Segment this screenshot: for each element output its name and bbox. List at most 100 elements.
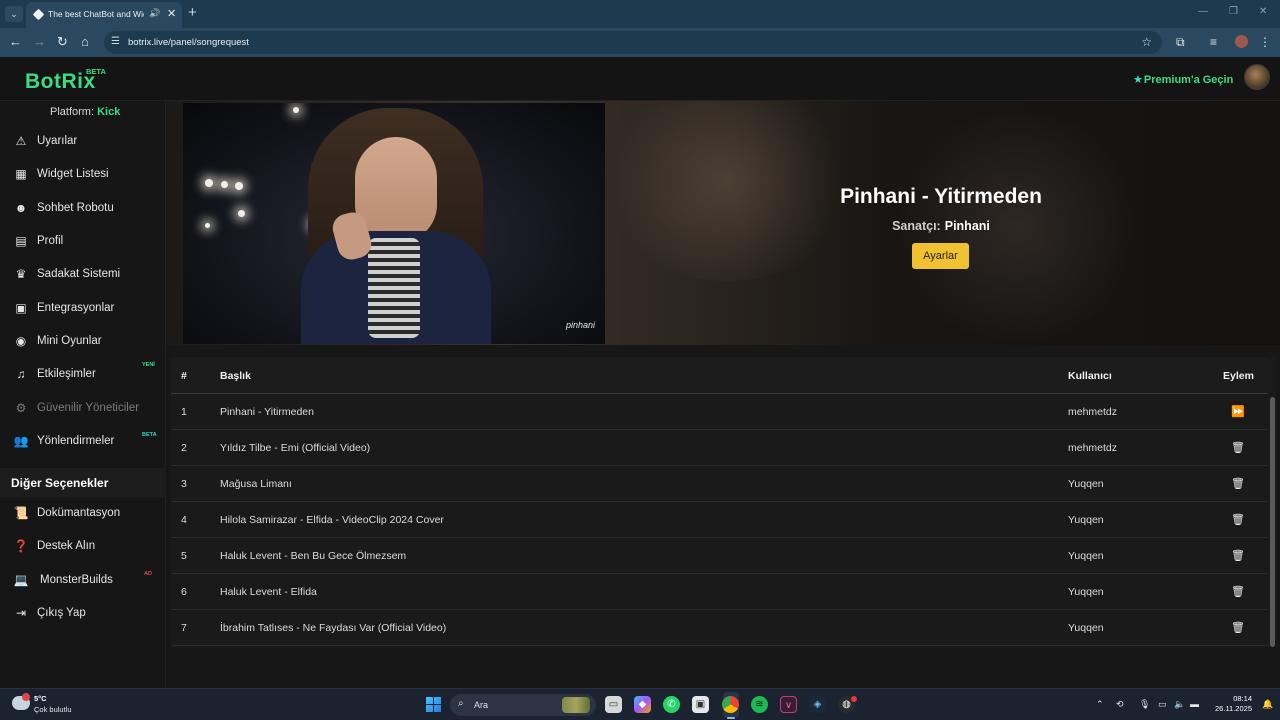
sidebar-item-label: Mini Oyunlar: [37, 335, 102, 347]
trash-icon[interactable]: 🗑: [1231, 621, 1245, 634]
whatsapp-icon[interactable]: ✆: [663, 696, 680, 713]
sidebar-item-chatbot[interactable]: ☻ Sohbet Robotu: [0, 195, 166, 223]
taskbar-search[interactable]: ⌕ Ara: [450, 694, 596, 716]
volume-icon[interactable]: 🔈: [1174, 699, 1185, 710]
header-action: Eylem: [1223, 370, 1254, 382]
music-icon: ♫: [16, 367, 26, 381]
recording-dot-icon: [851, 696, 857, 702]
sidebar-item-trusted-managers[interactable]: ⚙ Güvenilir Yöneticiler: [0, 395, 166, 423]
steam-icon[interactable]: ◈: [809, 696, 826, 713]
settings-button[interactable]: Ayarlar: [912, 243, 969, 269]
forward-icon[interactable]: →: [33, 34, 46, 49]
bookmark-star-icon[interactable]: ☆: [1141, 35, 1152, 49]
sidebar-item-documentation[interactable]: 📜 Dokümantasyon: [0, 500, 166, 528]
row-title: Haluk Levent - Ben Bu Gece Ölmezsem: [220, 550, 407, 562]
row-title: Pinhani - Yitirmeden: [220, 406, 314, 418]
table-row: 2 Yıldız Tilbe - Emi (Official Video) me…: [171, 430, 1268, 466]
sidebar-item-interactions[interactable]: ♫ Etkileşimler YENİ: [0, 361, 166, 389]
sidebar-item-loyalty[interactable]: ♛ Sadakat Sistemi: [0, 261, 166, 289]
search-highlight-image: [562, 697, 590, 713]
minimize-icon[interactable]: —: [1198, 6, 1208, 17]
sidebar-item-widgets[interactable]: ▦ Widget Listesi: [0, 161, 166, 189]
question-icon: ❓: [13, 539, 29, 553]
star-icon: ★: [1133, 74, 1143, 86]
sidebar-item-label: MonsterBuilds: [40, 574, 113, 586]
grid-icon: ▦: [15, 167, 27, 181]
sync-icon[interactable]: ⟲: [1116, 699, 1124, 710]
back-icon[interactable]: ←: [9, 34, 22, 49]
search-icon: ⌕: [458, 698, 464, 709]
platform-label: Platform:: [50, 106, 95, 118]
logout-icon: ⇥: [15, 606, 27, 620]
sidebar-item-integrations[interactable]: ▣ Entegrasyonlar: [0, 295, 166, 323]
media-control-icon[interactable]: ≡: [1210, 35, 1217, 49]
spotify-icon[interactable]: ≋: [751, 696, 768, 713]
store-icon[interactable]: ▣: [692, 696, 709, 713]
sidebar-item-redirects[interactable]: 👥 Yönlendirmeler BETA: [0, 428, 166, 456]
premium-button[interactable]: ★Premium'a Geçin: [1133, 73, 1233, 86]
sidebar-item-minigames[interactable]: ◉ Mini Oyunlar: [0, 328, 166, 356]
battery-icon[interactable]: ▬: [1190, 699, 1199, 709]
ad-badge: AD: [144, 571, 152, 577]
trash-icon[interactable]: 🗑: [1231, 513, 1245, 526]
sidebar-item-monsterbuilds[interactable]: 💻 MonsterBuilds AD: [0, 567, 166, 595]
sidebar-item-profile[interactable]: ▤ Profil: [0, 228, 166, 256]
weather-temp[interactable]: 5°C: [34, 694, 47, 703]
browser-menu-icon[interactable]: ⋮: [1259, 35, 1271, 49]
taskbar-clock[interactable]: 08:14 26.11.2025: [1212, 694, 1252, 714]
task-view-icon[interactable]: ▭: [605, 696, 622, 713]
browser-tab[interactable]: The best ChatBot and Widg 🔊 ✕: [26, 2, 182, 28]
bokeh-light: [238, 210, 245, 217]
copilot-icon[interactable]: ◆: [634, 696, 651, 713]
tray-overflow-icon[interactable]: ⌃: [1096, 699, 1104, 710]
address-bar[interactable]: ☰ botrix.live/panel/songrequest ☆: [104, 31, 1162, 54]
browser-profile-avatar[interactable]: [1235, 35, 1248, 48]
windows-start-icon[interactable]: [426, 697, 441, 712]
id-card-icon: ▤: [15, 234, 27, 248]
microphone-icon[interactable]: 🎙: [1139, 699, 1150, 710]
display-icon[interactable]: ▭: [1158, 699, 1167, 710]
header-num: #: [181, 370, 187, 382]
sidebar-item-logout[interactable]: ⇥ Çıkış Yap: [0, 600, 166, 628]
artist-label: Sanatçı:: [892, 219, 941, 233]
trash-icon[interactable]: 🗑: [1231, 477, 1245, 490]
tab-close-icon[interactable]: ✕: [167, 7, 176, 20]
url-text[interactable]: botrix.live/panel/songrequest: [128, 37, 249, 48]
chrome-icon[interactable]: [722, 696, 739, 713]
speaker-icon[interactable]: 🔊: [149, 8, 160, 19]
gamepad-icon: ◉: [15, 334, 27, 348]
browser-toolbar: ← → ↻ ⌂ ☰ botrix.live/panel/songrequest …: [0, 28, 1280, 57]
laptop-icon: 💻: [13, 573, 29, 587]
weather-desc[interactable]: Çok bulutlu: [34, 705, 72, 714]
trash-icon[interactable]: 🗑: [1231, 441, 1245, 454]
row-num: 1: [181, 406, 187, 418]
weather-alert-badge: [22, 693, 30, 701]
song-artist: Sanatçı: Pinhani: [167, 219, 1280, 233]
site-info-icon[interactable]: ☰: [111, 36, 120, 47]
visual-studio-icon[interactable]: ∨: [780, 696, 797, 713]
extensions-icon[interactable]: ⧉: [1176, 35, 1185, 50]
row-num: 4: [181, 514, 187, 526]
table-scrollbar[interactable]: [1268, 394, 1276, 647]
sidebar-item-support[interactable]: ❓ Destek Alın: [0, 533, 166, 561]
main-content: pinhani Pinhani - Yitirmeden Sanatçı: Pin…: [167, 101, 1280, 688]
notification-icon[interactable]: 🔔: [1262, 699, 1273, 710]
song-title: Pinhani - Yitirmeden: [840, 185, 1042, 208]
sidebar-item-label: Uyarılar: [37, 135, 78, 147]
active-app-indicator: [727, 717, 735, 719]
user-avatar[interactable]: [1244, 64, 1270, 90]
home-icon[interactable]: ⌂: [81, 34, 89, 49]
new-tab-button[interactable]: +: [188, 4, 197, 21]
trash-icon[interactable]: 🗑: [1231, 549, 1245, 562]
sidebar-item-label: Widget Listesi: [37, 168, 109, 180]
header-title: Başlık: [220, 370, 251, 382]
restore-icon[interactable]: ❐: [1229, 6, 1238, 17]
trash-icon[interactable]: 🗑: [1231, 585, 1245, 598]
window-close-icon[interactable]: ✕: [1259, 6, 1267, 17]
table-row: 6 Haluk Levent - Elfida Yuqqen 🗑: [171, 574, 1268, 610]
tab-search-button[interactable]: ⌄: [5, 6, 23, 22]
scrollbar-thumb[interactable]: [1270, 397, 1275, 647]
sidebar-item-alerts[interactable]: ⚠ Uyarılar: [0, 128, 166, 156]
reload-icon[interactable]: ↻: [57, 34, 68, 50]
skip-forward-icon[interactable]: ⏩: [1231, 405, 1245, 418]
